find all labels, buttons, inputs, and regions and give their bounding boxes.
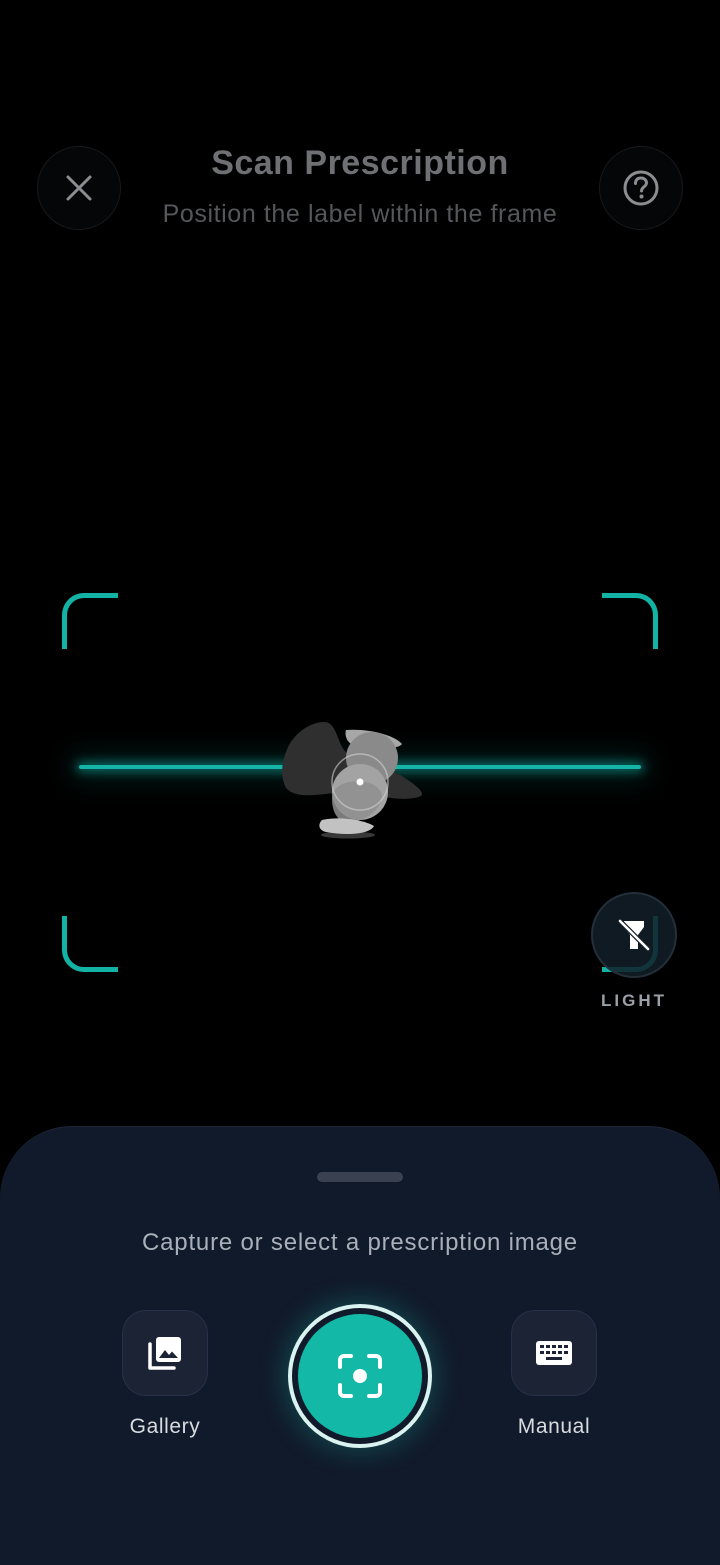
manual-label: Manual <box>517 1415 591 1438</box>
sheet-drag-handle[interactable] <box>317 1172 403 1182</box>
light-toggle-label: LIGHT <box>601 991 667 1010</box>
capture-focus-icon <box>338 1354 382 1398</box>
scan-frame-corner-bottom-left <box>62 916 118 972</box>
sheet-caption: Capture or select a prescription image <box>142 1229 578 1256</box>
capture-button[interactable] <box>288 1304 432 1448</box>
gallery-button[interactable] <box>122 1310 208 1396</box>
help-circle-icon <box>623 170 659 206</box>
hourglass-timer-icon <box>282 722 423 839</box>
gallery-icon <box>148 1337 181 1370</box>
scanner-screen: Scan Prescription Position the label wit… <box>0 0 720 1565</box>
bottom-sheet: Capture or select a prescription image G… <box>0 1126 720 1565</box>
scan-frame-corner-top-left <box>62 593 118 649</box>
gallery-label: Gallery <box>129 1415 201 1438</box>
keyboard-icon <box>536 1341 572 1365</box>
flashlight-off-icon <box>617 918 651 952</box>
manual-entry-button[interactable] <box>511 1310 597 1396</box>
scan-frame-corner-top-right <box>602 593 658 649</box>
capture-button-inner <box>298 1314 422 1438</box>
light-toggle-button[interactable] <box>591 892 677 978</box>
help-button[interactable] <box>599 146 683 230</box>
